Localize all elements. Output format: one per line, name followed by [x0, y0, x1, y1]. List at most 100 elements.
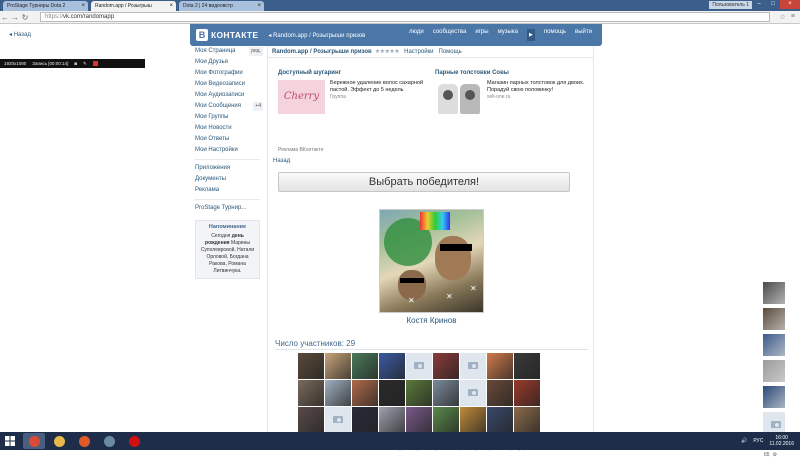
participant-avatar[interactable]: [379, 407, 405, 433]
sidebar-item[interactable]: ProStage Турнир...: [190, 203, 265, 214]
close-icon[interactable]: ×: [169, 1, 173, 11]
sidebar-badge[interactable]: +4: [253, 102, 263, 111]
back-link[interactable]: ◂ Назад: [9, 31, 31, 38]
participant-avatar[interactable]: [352, 407, 378, 433]
start-button[interactable]: [0, 432, 20, 450]
close-icon[interactable]: ×: [81, 1, 85, 11]
ad-sugaring[interactable]: Доступный шугаринг Cherry Бережное удале…: [278, 70, 428, 114]
vk-logo-icon[interactable]: В: [196, 29, 208, 41]
sidebar-item[interactable]: Мои Группы: [190, 112, 265, 123]
friend-avatar-placeholder[interactable]: [763, 412, 785, 434]
participant-avatar[interactable]: [379, 380, 405, 406]
winner-name[interactable]: Костя Кринов: [379, 316, 484, 325]
url-input[interactable]: https://vk.com/randomapp: [40, 12, 770, 22]
sidebar-item[interactable]: Мои Сообщения +4: [190, 101, 265, 112]
sidebar-item[interactable]: Приложения: [190, 163, 265, 174]
help-link[interactable]: Помощь: [439, 49, 462, 55]
language-indicator[interactable]: РУС: [753, 438, 763, 444]
ad-image-cherry[interactable]: Cherry: [278, 80, 325, 114]
participant-avatar[interactable]: [298, 353, 324, 379]
volume-icon[interactable]: 🔊: [741, 438, 747, 444]
friend-avatar[interactable]: [763, 282, 785, 304]
taskbar-chrome-icon[interactable]: [23, 433, 45, 449]
participant-avatar[interactable]: [433, 407, 459, 433]
clock[interactable]: 16:00 11.02.2016: [769, 435, 794, 447]
tab-randomapp[interactable]: Random.app / Розыгрыш ×: [91, 1, 176, 11]
participant-avatar[interactable]: [433, 353, 459, 379]
menu-games[interactable]: игры: [475, 29, 488, 41]
ads-footer-link[interactable]: Реклама ВКонтакте: [278, 147, 324, 153]
participant-avatar-placeholder[interactable]: [460, 353, 486, 379]
play-icon[interactable]: ▶: [526, 29, 535, 41]
gear-icon[interactable]: ⚙: [773, 452, 777, 458]
participant-avatar[interactable]: [433, 380, 459, 406]
menu-icon[interactable]: ≡: [791, 13, 795, 21]
tab-prostage[interactable]: ProStage Турниры Dota 2 ×: [3, 1, 88, 11]
ad-image-hoodies[interactable]: [435, 80, 482, 114]
settings-link[interactable]: Настройки: [404, 49, 433, 55]
participant-avatar[interactable]: [487, 407, 513, 433]
participant-avatar[interactable]: [460, 407, 486, 433]
participant-avatar[interactable]: [406, 380, 432, 406]
winner-photo[interactable]: ✕ ✕ ✕: [379, 209, 484, 313]
camera-icon[interactable]: ◙: [74, 59, 77, 68]
friend-avatar[interactable]: [763, 308, 785, 330]
app-title[interactable]: Random.app / Розыгрыши призов: [272, 49, 372, 55]
stop-record-icon[interactable]: [92, 61, 98, 66]
minimize-icon[interactable]: –: [752, 0, 766, 9]
participant-avatar[interactable]: [514, 407, 540, 433]
participant-avatar[interactable]: [325, 380, 351, 406]
participant-avatar[interactable]: [352, 353, 378, 379]
participant-avatar-placeholder[interactable]: [325, 407, 351, 433]
sidebar-badge[interactable]: ред.: [249, 47, 263, 56]
menu-logout[interactable]: выйти: [575, 29, 592, 41]
friend-avatar[interactable]: [763, 334, 785, 356]
sidebar-item[interactable]: Мои Настройки: [190, 145, 265, 156]
participant-avatar[interactable]: [514, 380, 540, 406]
forward-arrow-icon[interactable]: →: [10, 13, 20, 22]
sidebar-item[interactable]: Мои Новости: [190, 123, 265, 134]
taskbar-explorer-icon[interactable]: [48, 433, 70, 449]
close-window-icon[interactable]: ×: [780, 0, 800, 9]
profile-badge[interactable]: Пользователь 1: [709, 1, 752, 9]
participant-avatar-placeholder[interactable]: [406, 353, 432, 379]
breadcrumb[interactable]: ◂ Random.app / Розыгрыши призов: [268, 32, 365, 39]
sidebar-item[interactable]: Мои Ответы: [190, 134, 265, 145]
back-link[interactable]: Назад: [273, 158, 290, 164]
pencil-icon[interactable]: ✎: [83, 59, 87, 68]
taskbar-tool-icon[interactable]: [98, 433, 120, 449]
taskbar-media-icon[interactable]: [73, 433, 95, 449]
close-icon[interactable]: ×: [257, 1, 261, 11]
participant-avatar[interactable]: [406, 407, 432, 433]
participant-avatar[interactable]: [487, 353, 513, 379]
menu-people[interactable]: люди: [409, 29, 424, 41]
sidebar-item[interactable]: Мои Видеозаписи: [190, 79, 265, 90]
participant-avatar[interactable]: [298, 407, 324, 433]
sidebar-item[interactable]: Мои Аудиозаписи: [190, 90, 265, 101]
choose-winner-button[interactable]: Выбрать победителя!: [278, 172, 570, 192]
back-arrow-icon[interactable]: ←: [0, 13, 10, 22]
tab-dota2[interactable]: Dota 2 | 24 видеовстр ×: [179, 1, 264, 11]
participant-avatar[interactable]: [298, 380, 324, 406]
friend-avatar[interactable]: [763, 386, 785, 408]
sidebar-item[interactable]: Моя Страница ред.: [190, 46, 265, 57]
vk-logo-text[interactable]: КОНТАКТЕ: [211, 30, 258, 40]
menu-music[interactable]: музыка: [498, 29, 518, 41]
menu-communities[interactable]: сообщества: [433, 29, 467, 41]
sidebar-item[interactable]: Документы: [190, 174, 265, 185]
ad-hoodies[interactable]: Парные толстовки Совы Магазин парных тол…: [435, 70, 585, 114]
maximize-icon[interactable]: □: [766, 0, 780, 9]
participant-avatar[interactable]: [514, 353, 540, 379]
ad-title[interactable]: Парные толстовки Совы: [435, 70, 585, 76]
taskbar-record-icon[interactable]: [123, 433, 145, 449]
participant-avatar-placeholder[interactable]: [460, 380, 486, 406]
sidebar-item[interactable]: Реклама: [190, 185, 265, 196]
participant-avatar[interactable]: [352, 380, 378, 406]
sidebar-item[interactable]: Мои Фотографии: [190, 68, 265, 79]
participant-avatar[interactable]: [379, 353, 405, 379]
menu-help[interactable]: помощь: [544, 29, 566, 41]
participant-avatar[interactable]: [487, 380, 513, 406]
sidebar-item[interactable]: Мои Друзья: [190, 57, 265, 68]
star-icon[interactable]: ☆: [780, 13, 786, 21]
participant-avatar[interactable]: [325, 353, 351, 379]
